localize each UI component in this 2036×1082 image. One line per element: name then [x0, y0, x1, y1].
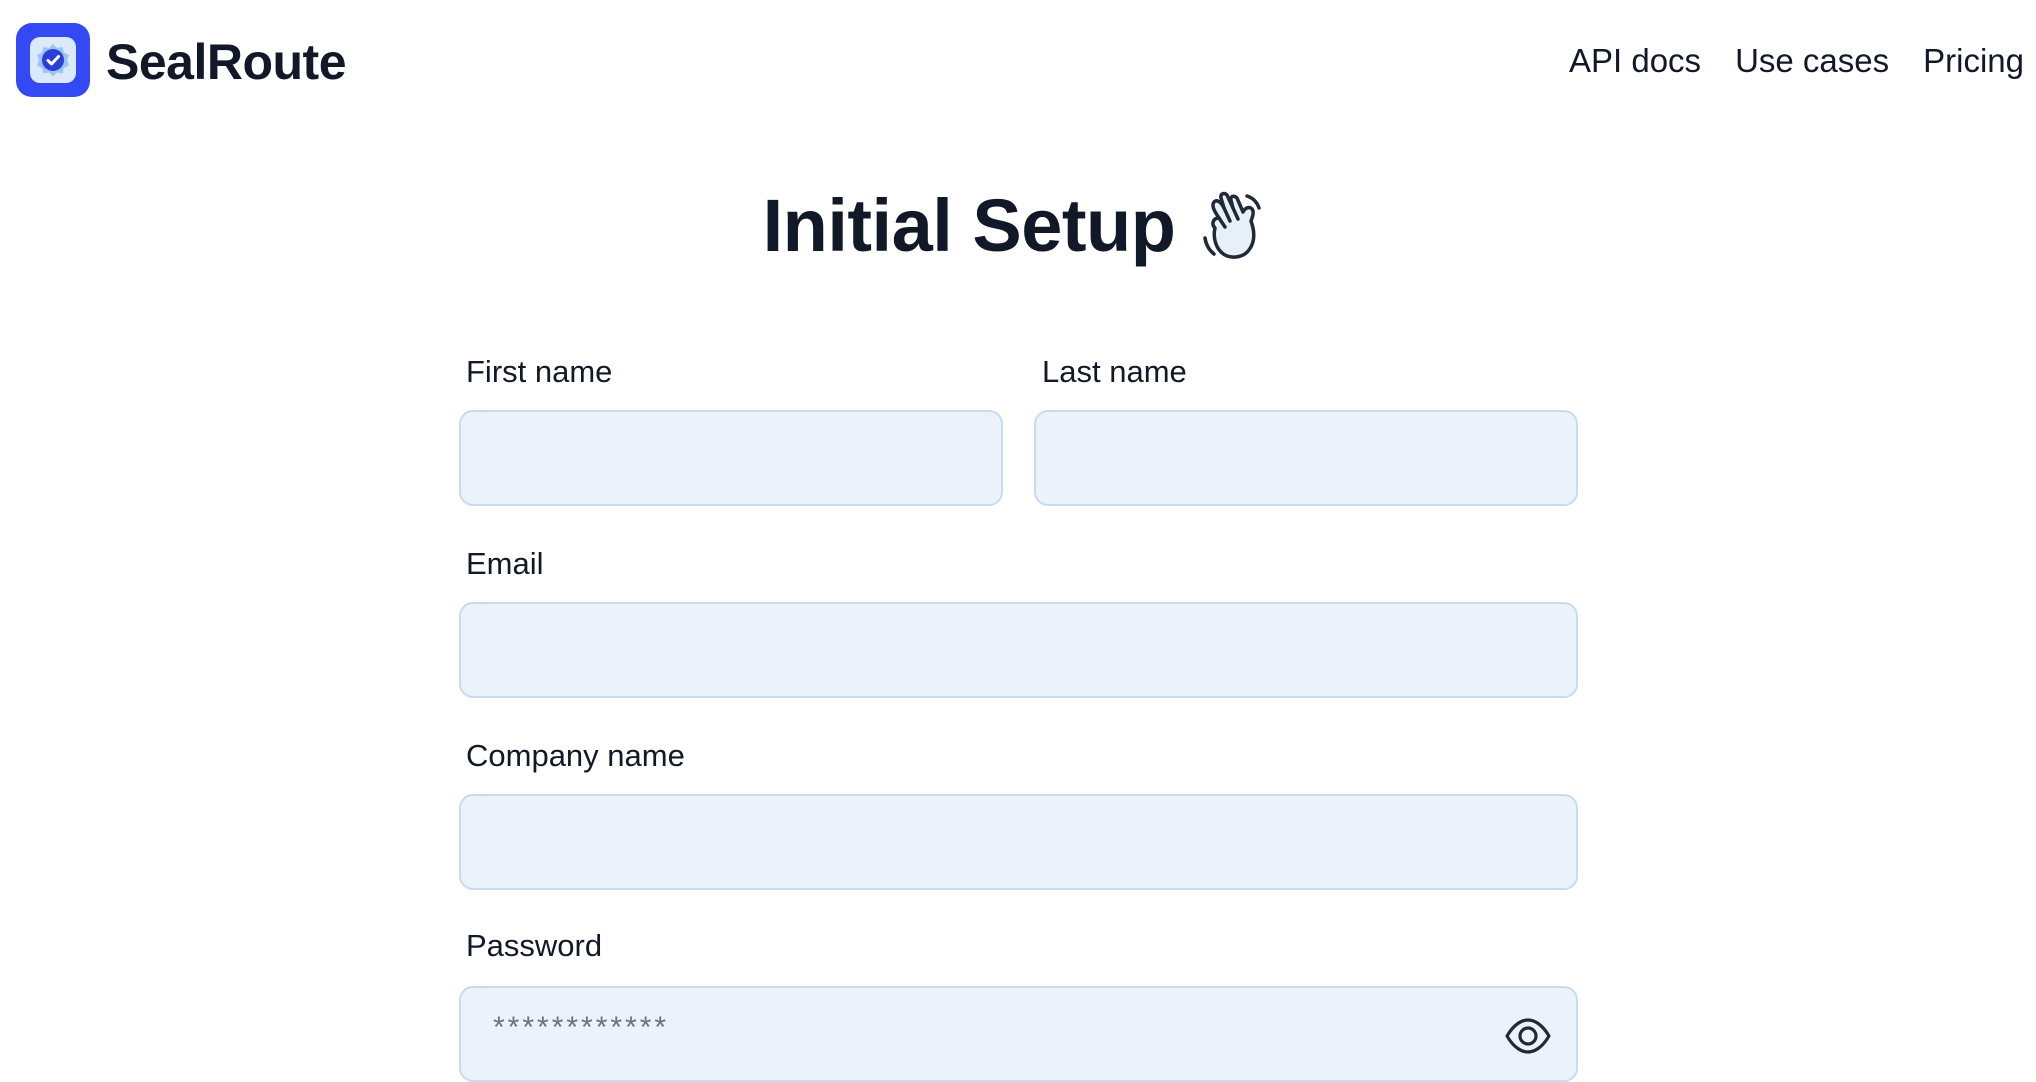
waving-hand-icon: [1203, 191, 1262, 259]
verified-badge-icon: [30, 37, 76, 83]
main-nav: API docs Use cases Pricing: [1569, 38, 2024, 84]
nav-link-api-docs[interactable]: API docs: [1569, 38, 1701, 84]
brand-name[interactable]: SealRoute: [106, 32, 347, 92]
last-name-field: [1034, 410, 1578, 506]
password-field: [459, 986, 1578, 1082]
email-field: [459, 602, 1578, 698]
page-title: Initial Setup: [762, 184, 1176, 267]
email-input[interactable]: [493, 604, 1544, 696]
first-name-field: [459, 410, 1003, 506]
company-name-field: [459, 794, 1578, 890]
last-name-label: Last name: [1042, 354, 1187, 389]
logo[interactable]: [16, 23, 90, 97]
company-name-label: Company name: [466, 738, 685, 773]
email-label: Email: [466, 546, 544, 581]
password-label: Password: [466, 928, 603, 963]
company-name-input[interactable]: [493, 796, 1544, 888]
password-input[interactable]: [493, 1008, 1476, 1048]
nav-link-use-cases[interactable]: Use cases: [1735, 38, 1889, 84]
eye-icon[interactable]: [1504, 1016, 1552, 1056]
nav-link-pricing[interactable]: Pricing: [1923, 38, 2024, 84]
first-name-label: First name: [466, 354, 613, 389]
first-name-input[interactable]: [493, 412, 969, 504]
page-title-row: Initial Setup: [0, 178, 2036, 274]
last-name-input[interactable]: [1068, 412, 1544, 504]
top-header: SealRoute API docs Use cases Pricing: [0, 0, 2036, 124]
